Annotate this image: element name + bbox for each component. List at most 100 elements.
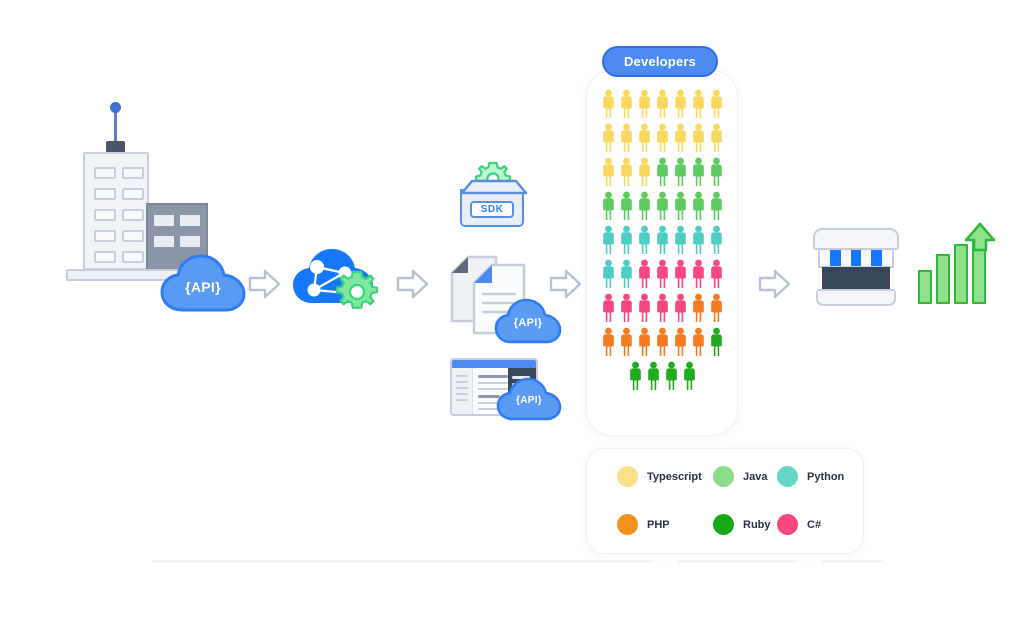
developer-person-icon <box>602 191 614 220</box>
developer-row <box>587 191 737 225</box>
developer-person-icon <box>710 89 722 118</box>
developer-person-icon <box>656 293 668 322</box>
growth-bar-1 <box>918 270 932 304</box>
developer-person-icon <box>620 327 632 356</box>
legend-label: Python <box>807 470 845 483</box>
developer-person-icon <box>620 259 632 288</box>
developer-person-icon <box>674 327 686 356</box>
developer-person-icon <box>692 225 704 254</box>
developer-person-icon <box>692 259 704 288</box>
sdk-package-icon: SDK <box>448 161 540 233</box>
developer-person-icon <box>656 327 668 356</box>
developer-person-icon <box>602 225 614 254</box>
api-cloud-portal: {API} <box>496 376 562 422</box>
developer-person-icon <box>674 191 686 220</box>
sdk-label: SDK <box>470 201 514 218</box>
developer-person-icon <box>692 191 704 220</box>
arrow-right-icon <box>396 268 430 300</box>
developer-person-icon <box>710 157 722 186</box>
developers-panel <box>586 70 738 436</box>
developer-row <box>587 327 737 361</box>
developer-row <box>587 259 737 293</box>
developer-person-icon <box>674 123 686 152</box>
legend-color-swatch <box>713 466 734 487</box>
baseline-rule-2 <box>678 560 796 563</box>
developer-person-icon <box>620 157 632 186</box>
developer-person-icon <box>620 89 632 118</box>
developer-person-icon <box>710 259 722 288</box>
developer-person-icon <box>629 361 641 390</box>
developer-person-icon <box>620 225 632 254</box>
developer-row <box>587 123 737 157</box>
developer-person-icon <box>656 89 668 118</box>
legend-label: C# <box>807 518 822 531</box>
antenna-ball-icon <box>110 102 121 113</box>
baseline-rule-3 <box>822 560 884 563</box>
developer-person-icon <box>638 293 650 322</box>
legend-item-python: Python <box>777 466 844 487</box>
language-legend: Typescript Java Python PHP Ruby C# <box>586 448 864 554</box>
developer-person-icon <box>602 157 614 186</box>
gear-icon <box>335 270 379 309</box>
api-cloud-docs: {API} <box>494 297 562 345</box>
developer-person-icon <box>647 361 659 390</box>
store-counter <box>816 289 896 306</box>
developer-person-icon <box>620 191 632 220</box>
developers-badge: Developers <box>602 46 718 77</box>
developer-person-icon <box>638 259 650 288</box>
developer-person-icon <box>692 89 704 118</box>
developer-person-icon <box>620 293 632 322</box>
marketplace-storefront-icon <box>810 228 902 306</box>
developer-row <box>587 361 737 395</box>
growth-bar-2 <box>936 254 950 304</box>
developers-grid <box>587 89 737 395</box>
legend-label: Typescript <box>647 470 702 483</box>
developer-person-icon <box>710 293 722 322</box>
developer-person-icon <box>620 123 632 152</box>
legend-color-swatch <box>713 514 734 535</box>
arrow-right-icon <box>758 268 792 300</box>
legend-item-typescript: Typescript <box>617 466 702 487</box>
developer-person-icon <box>674 259 686 288</box>
legend-color-swatch <box>617 514 638 535</box>
legend-label: Java <box>743 470 768 483</box>
developer-person-icon <box>692 327 704 356</box>
developer-person-icon <box>638 327 650 356</box>
arrow-right-icon <box>549 268 583 300</box>
developer-person-icon <box>638 225 650 254</box>
developer-person-icon <box>656 225 668 254</box>
baseline-rule-1 <box>152 560 652 563</box>
developer-portal-icon: {API} <box>450 358 565 422</box>
api-cloud-enterprise: {API} <box>160 252 246 314</box>
developer-person-icon <box>674 157 686 186</box>
store-front <box>822 267 890 291</box>
developer-person-icon <box>674 89 686 118</box>
legend-item-c-: C# <box>777 514 821 535</box>
developer-person-icon <box>674 225 686 254</box>
developer-person-icon <box>602 259 614 288</box>
developer-person-icon <box>638 157 650 186</box>
developer-person-icon <box>692 293 704 322</box>
arrow-right-icon <box>248 268 282 300</box>
developer-row <box>587 225 737 259</box>
legend-color-swatch <box>777 466 798 487</box>
developer-row <box>587 293 737 327</box>
developer-person-icon <box>602 327 614 356</box>
developer-row <box>587 157 737 191</box>
developer-person-icon <box>602 123 614 152</box>
developer-person-icon <box>665 361 677 390</box>
legend-item-java: Java <box>713 466 767 487</box>
developer-person-icon <box>656 259 668 288</box>
developer-person-icon <box>692 123 704 152</box>
developer-person-icon <box>710 123 722 152</box>
legend-label: Ruby <box>743 518 771 531</box>
developer-person-icon <box>656 123 668 152</box>
cloud-network-gear-icon <box>292 245 379 315</box>
growth-arrow-up-icon <box>964 222 996 252</box>
developer-person-icon <box>602 89 614 118</box>
developer-person-icon <box>674 293 686 322</box>
developer-person-icon <box>638 89 650 118</box>
legend-item-ruby: Ruby <box>713 514 771 535</box>
developer-person-icon <box>683 361 695 390</box>
diagram-canvas: {API} SDK {API} {API} Developers Typescr… <box>0 0 1024 619</box>
